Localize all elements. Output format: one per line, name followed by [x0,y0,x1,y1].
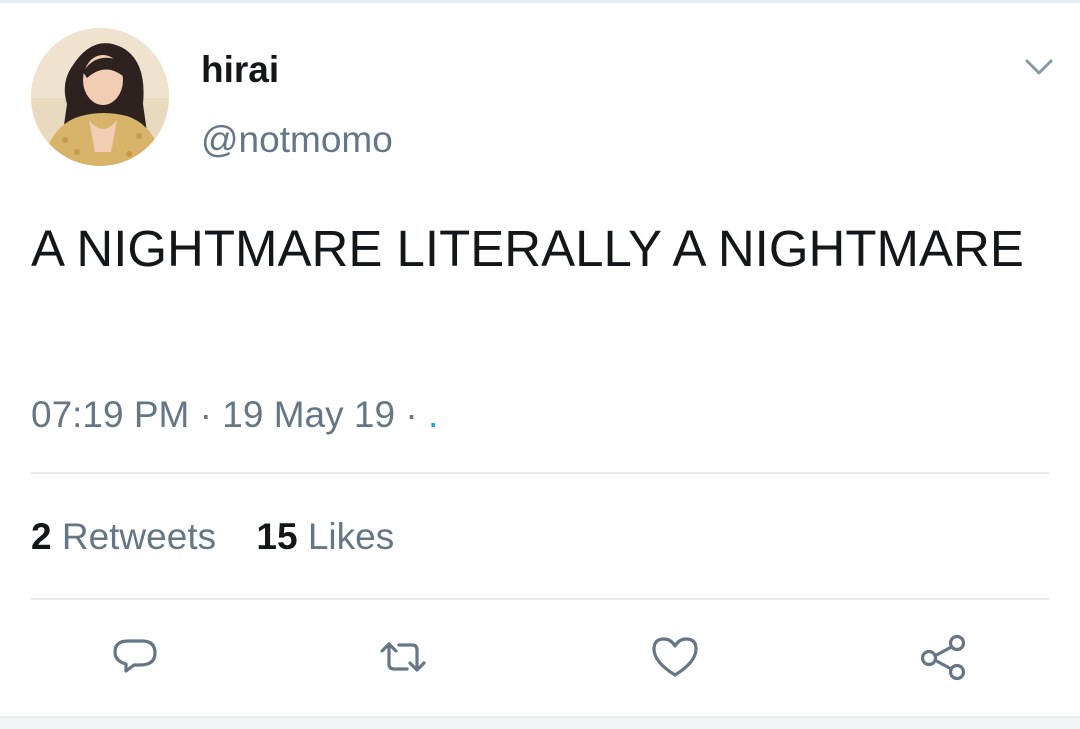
tweet-time[interactable]: 07:19 PM [31,394,189,435]
top-edge [0,0,1080,3]
divider-bottom [31,598,1049,600]
like-button[interactable] [650,632,700,682]
bottom-edge [0,716,1080,729]
retweets-count: 2 [31,516,52,557]
tweet-meta: 07:19 PM · 19 May 19 · . [31,392,438,438]
likes-stat[interactable]: 15 Likes [256,514,394,560]
retweets-label: Retweets [61,516,217,557]
heart-icon [652,637,698,677]
share-button[interactable] [918,632,968,682]
retweet-button[interactable] [378,632,428,682]
avatar[interactable] [31,28,169,166]
likes-count: 15 [256,516,298,557]
display-name[interactable]: hirai [201,48,279,92]
avatar-photo [31,28,169,166]
user-handle[interactable]: @notmomo [201,118,393,162]
share-icon [920,634,966,681]
tweet-stats: 2 Retweets 15 Likes [31,514,394,560]
retweets-stat[interactable]: 2 Retweets [31,514,216,560]
likes-label: Likes [307,516,395,557]
reply-button[interactable] [110,632,160,682]
tweet-date[interactable]: 19 May 19 [222,394,395,435]
meta-separator-2: · [405,394,418,435]
tweet-text: A NIGHTMARE LITERALLY A NIGHTMARE [31,220,1024,277]
tweet-source-link[interactable]: . [428,394,438,435]
chevron-down-icon[interactable] [1022,52,1056,82]
meta-separator: · [199,394,212,435]
retweet-icon [380,642,426,672]
divider-top [31,472,1049,474]
reply-icon [113,639,157,673]
